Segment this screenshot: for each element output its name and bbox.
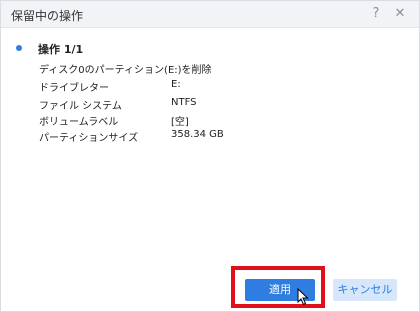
property-value: NTFS	[171, 97, 197, 108]
property-row-drive-letter: ドライブレター E:	[39, 79, 379, 94]
property-value: 358.34 GB	[171, 129, 224, 140]
operation-description: ディスク0のパーティション(E:)を削除	[39, 65, 212, 76]
dialog-title: 保留中の操作	[11, 9, 84, 23]
property-label: パーティションサイズ	[39, 133, 139, 144]
property-label: ファイル システム	[39, 101, 122, 112]
bullet-dot-icon	[16, 45, 22, 51]
operation-heading: 操作 1/1	[38, 43, 84, 56]
mouse-pointer-icon	[297, 288, 309, 306]
property-row-file-system: ファイル システム NTFS	[39, 97, 379, 112]
property-row-volume-label: ボリュームラベル [空]	[39, 113, 379, 128]
property-value: E:	[171, 79, 181, 90]
property-label: ボリュームラベル	[39, 117, 119, 128]
property-label: ドライブレター	[39, 83, 109, 94]
property-row-partition-size: パーティションサイズ 358.34 GB	[39, 129, 379, 144]
help-icon[interactable]: ?	[367, 5, 385, 23]
title-bar: 保留中の操作 ? ✕	[1, 1, 419, 28]
pending-operations-dialog: 保留中の操作 ? ✕ 操作 1/1 ディスク0のパーティション(E:)を削除 ド…	[0, 0, 420, 312]
property-value: [空]	[171, 117, 189, 128]
close-icon[interactable]: ✕	[391, 5, 409, 23]
cancel-button[interactable]: キャンセル	[333, 279, 397, 301]
